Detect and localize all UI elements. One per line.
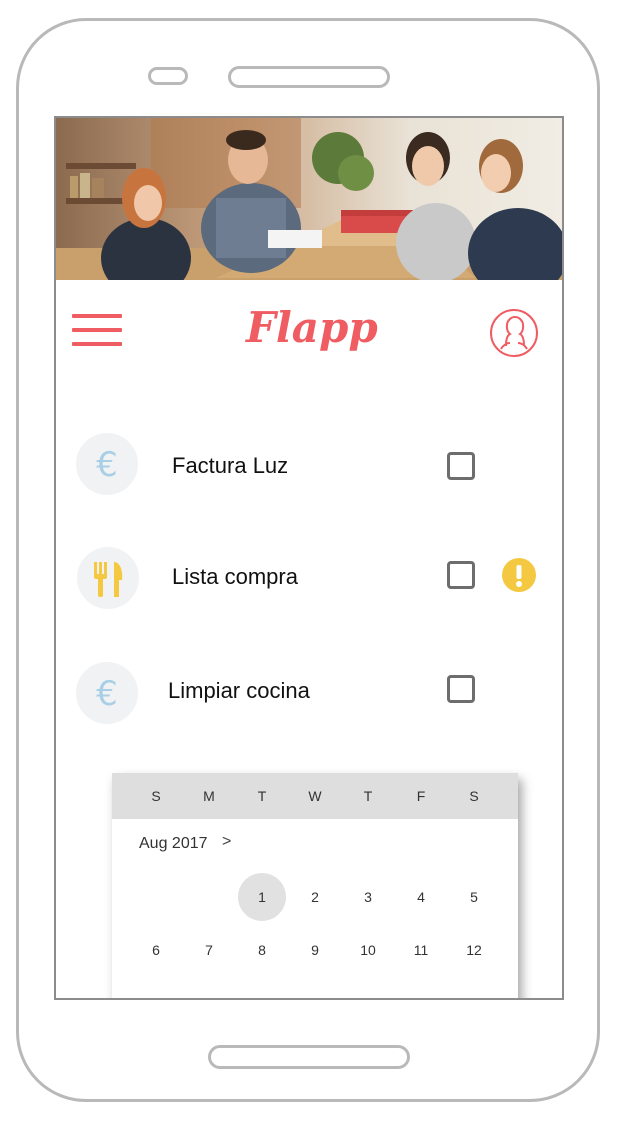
calendar-day[interactable]: 15 <box>238 979 286 998</box>
task-label: Limpiar cocina <box>168 678 310 703</box>
task-checkbox[interactable] <box>447 561 475 589</box>
app-name: Flapp <box>245 303 378 352</box>
app-screen: Flapp € Factura Luz Lista compra € Limpi… <box>54 116 564 1000</box>
calendar-day[interactable]: 14 <box>185 979 233 998</box>
euro-icon: € <box>96 445 118 485</box>
calendar-day[interactable]: 10 <box>344 926 392 974</box>
hero-photo <box>56 118 562 280</box>
app-logo: Flapp <box>245 303 378 352</box>
profile-icon[interactable] <box>489 308 539 358</box>
weekday-label: F <box>416 788 426 804</box>
task-checkbox[interactable] <box>447 452 475 480</box>
calendar-month-label: Aug 2017 <box>139 835 208 852</box>
calendar-day[interactable]: 11 <box>397 926 445 974</box>
fork-knife-icon <box>94 562 123 597</box>
calendar-day[interactable]: 4 <box>397 873 445 921</box>
calendar-day[interactable]: 18 <box>397 979 445 998</box>
next-month-button[interactable]: > <box>222 833 231 851</box>
calendar-day[interactable]: 7 <box>185 926 233 974</box>
calendar-widget: S M T W T F S Aug 2017 > 1 2 3 4 5 6 7 8… <box>112 773 518 998</box>
svg-text:€: € <box>96 445 118 485</box>
weekday-label: T <box>257 788 267 804</box>
weekday-label: T <box>363 788 373 804</box>
calendar-day[interactable]: 2 <box>291 873 339 921</box>
task-checkbox[interactable] <box>447 675 475 703</box>
calendar-day-selected[interactable]: 1 <box>238 873 286 921</box>
task-icon-shopping <box>77 547 139 609</box>
alert-icon <box>502 558 536 592</box>
calendar-day[interactable]: 8 <box>238 926 286 974</box>
task-label: Lista compra <box>172 564 298 589</box>
calendar-day[interactable]: 9 <box>291 926 339 974</box>
menu-button[interactable] <box>72 314 122 350</box>
euro-icon: € <box>96 674 118 714</box>
calendar-day[interactable]: 17 <box>344 979 392 998</box>
calendar-day[interactable]: 3 <box>344 873 392 921</box>
calendar-day[interactable]: 13 <box>132 979 180 998</box>
calendar-day[interactable]: 6 <box>132 926 180 974</box>
svg-text:€: € <box>96 674 118 714</box>
front-camera <box>148 67 188 85</box>
calendar-day[interactable]: 16 <box>291 979 339 998</box>
earpiece-speaker <box>228 66 390 88</box>
weekday-label: W <box>308 788 322 804</box>
calendar-day[interactable]: 19 <box>450 979 498 998</box>
weekday-label: S <box>469 788 479 804</box>
calendar-day[interactable]: 12 <box>450 926 498 974</box>
calendar-day[interactable]: 5 <box>450 873 498 921</box>
weekday-label: M <box>203 788 215 804</box>
task-icon-bill: € <box>76 433 138 495</box>
task-icon-cleaning: € <box>76 662 138 724</box>
calendar-weekday-header: S M T W T F S <box>112 773 518 819</box>
weekday-label: S <box>151 788 161 804</box>
task-label: Factura Luz <box>172 453 289 478</box>
home-button[interactable] <box>208 1045 410 1069</box>
